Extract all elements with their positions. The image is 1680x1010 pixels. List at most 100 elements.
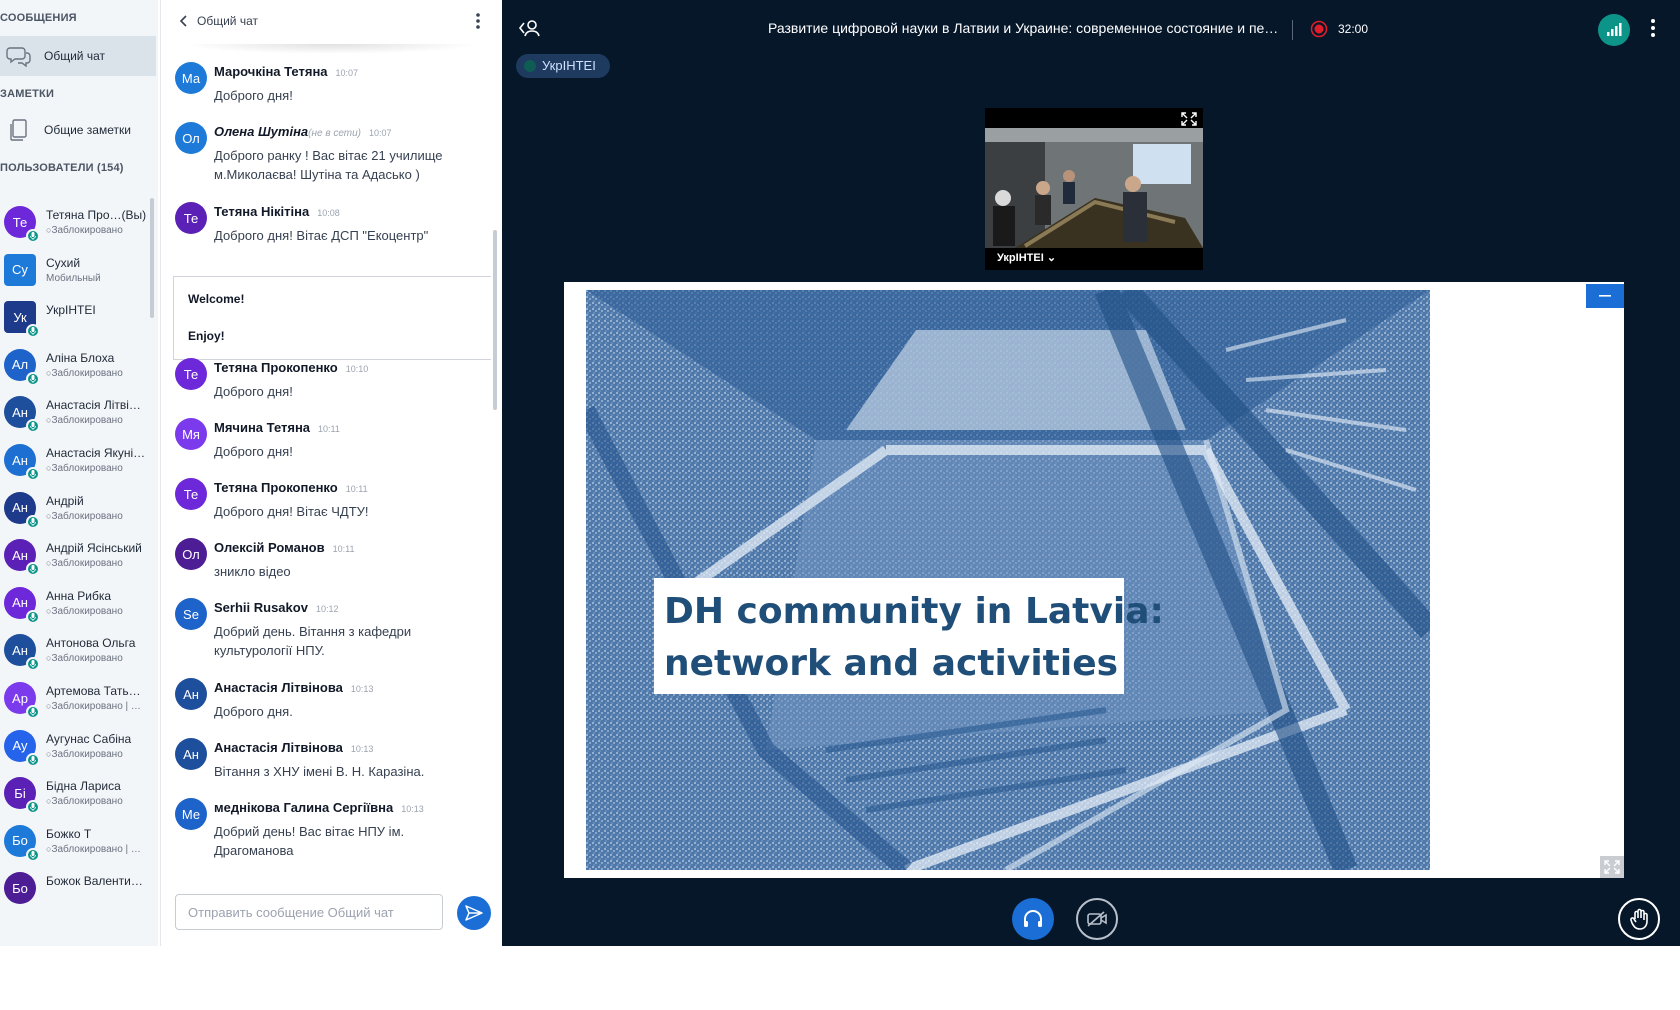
user-list-item[interactable]: Ау Аугунас Сабіна ○Заблокировано <box>0 722 150 773</box>
user-status-text: Заблокировано <box>51 463 123 474</box>
user-status: ○Заблокировано <box>46 463 150 474</box>
share-webcam-button[interactable] <box>1076 898 1118 940</box>
user-status-text: Мобильный <box>46 272 101 284</box>
welcome-line-2: Enjoy! <box>188 329 225 343</box>
minus-icon <box>1599 295 1611 297</box>
send-message-button[interactable] <box>457 896 491 930</box>
user-name: Анастасія Якуні… <box>46 446 146 460</box>
user-list-item[interactable]: Ан Андрій ○Заблокировано <box>0 484 150 535</box>
webcam-user-name[interactable]: УкрІНТЕІ ⌄ <box>997 251 1056 264</box>
user-list-item[interactable]: Ан Андрій Ясінський ○Заблокировано <box>0 531 150 582</box>
user-list-item[interactable]: Бо Божко Т ○Заблокировано | … <box>0 817 150 868</box>
fullscreen-button[interactable] <box>1600 856 1624 878</box>
message-text: Доброго ранку ! Вас вітає 21 училище м.М… <box>214 148 443 182</box>
shared-notes-nav-item[interactable]: Общие заметки <box>0 110 156 150</box>
user-list-item[interactable]: Ан Анастасія Якуні… ○Заблокировано <box>0 436 150 487</box>
webcam-video-tile[interactable]: УкрІНТЕІ ⌄ <box>985 108 1203 270</box>
audio-headphones-button[interactable] <box>1012 898 1054 940</box>
welcome-message: Welcome! Enjoy! <box>173 276 491 360</box>
user-status-text: Заблокировано | … <box>51 701 141 712</box>
camera-off-icon <box>1087 911 1107 927</box>
user-status-text: Заблокировано <box>51 510 123 522</box>
author-name: Мячина Тетяна <box>214 420 311 435</box>
microphone-icon <box>26 514 40 529</box>
message-time: 10:08 <box>317 208 340 218</box>
author-name: Анастасія Літвінова <box>214 740 343 755</box>
user-list-item[interactable]: Бі Бідна Лариса ○Заблокировано <box>0 769 150 820</box>
message-time: 10:07 <box>369 128 392 138</box>
user-status: ○Заблокировано <box>46 558 150 569</box>
user-list-item[interactable]: Ан Анна Рибка ○Заблокировано <box>0 579 150 630</box>
public-chat-panel: Общий чат Welcome! Enjoy! Ма Марочкіна Те… <box>160 0 501 946</box>
user-list-item[interactable]: Ал Аліна Блоха ○Заблокировано <box>0 341 150 392</box>
user-status-text: Заблокировано | … <box>51 843 141 855</box>
options-menu-icon[interactable] <box>1650 18 1656 43</box>
message-text: Добрий день. Вітання з кафедри культурол… <box>214 624 412 658</box>
author-name: Тетяна Прокопенко <box>214 480 338 495</box>
raise-hand-button[interactable] <box>1618 898 1660 940</box>
user-name: Анна Рибка <box>46 588 112 603</box>
message-author: Анастасія Літвінова 10:13 <box>214 680 373 695</box>
message-author: Олексій Романов 10:11 <box>214 540 354 555</box>
presentation-slide: DH community in Latvia: network and acti… <box>586 290 1430 870</box>
toggle-user-list-icon[interactable] <box>518 18 540 43</box>
user-list-item[interactable]: Те Тетяна Про…(Вы) ○Заблокировано <box>0 198 150 249</box>
fullscreen-icon <box>1604 860 1620 874</box>
user-list-item[interactable]: Ан Антонова Ольга ○Заблокировано <box>0 626 150 677</box>
user-list-scrollbar[interactable] <box>150 198 154 318</box>
user-name: Божко Т <box>46 826 92 841</box>
microphone-icon <box>26 847 40 862</box>
user-list-item[interactable]: Ан Анастасія Літві… ○Заблокировано <box>0 388 150 439</box>
microphone-icon <box>26 467 40 481</box>
user-name: Анастасія Літві… <box>46 398 141 413</box>
welcome-line-1: Welcome! <box>188 292 245 306</box>
microphone-icon <box>26 800 40 815</box>
stage-top-bar: Развитие цифровой науки в Латвии и Украи… <box>502 0 1680 58</box>
avatar: Те <box>175 358 207 390</box>
user-status-text: Заблокировано <box>51 748 123 760</box>
send-icon <box>465 905 483 921</box>
message-time: 10:11 <box>318 424 340 434</box>
message-text: Доброго дня! Вітає ДСП "Екоцентр" <box>214 228 429 243</box>
user-name: Бідна Лариса <box>46 779 121 794</box>
presentation-stage: Развитие цифровой науки в Латвии и Украи… <box>502 0 1680 946</box>
microphone-icon <box>26 324 40 339</box>
recording-indicator-icon[interactable] <box>1310 20 1328 43</box>
message-author: Тетяна Прокопенко 10:11 <box>214 480 368 495</box>
user-status: ○Заблокировано <box>46 796 150 807</box>
user-list-item[interactable]: Ар Артемова Тать… ○Заблокировано | … <box>0 674 150 725</box>
avatar: Ол <box>175 122 207 154</box>
message-time: 10:11 <box>332 544 355 554</box>
chat-message-input[interactable] <box>175 894 443 930</box>
connection-status-icon[interactable] <box>1598 14 1630 46</box>
message-text: Доброго дня. <box>214 704 293 719</box>
microphone-icon <box>26 705 40 719</box>
message-text: Доброго дня! <box>214 88 293 103</box>
shared-notes-label: Общие заметки <box>44 123 131 137</box>
chat-title[interactable]: Общий чат <box>197 14 258 28</box>
user-name: Андрій Ясінський <box>46 541 142 556</box>
minimize-presentation-button[interactable] <box>1586 284 1624 308</box>
microphone-icon <box>26 609 40 624</box>
webcam-video-frame <box>985 128 1203 248</box>
expand-video-icon[interactable] <box>1181 112 1197 131</box>
user-status-text: Заблокировано <box>51 558 123 570</box>
avatar: Se <box>175 598 207 630</box>
microphone-icon <box>26 752 40 767</box>
message-author: Тетяна Прокопенко 10:10 <box>214 360 368 375</box>
user-name: УкрІНТЕІ <box>46 303 96 318</box>
kebab-menu-icon[interactable] <box>475 12 481 35</box>
user-name: Аугунас Сабіна <box>46 731 132 746</box>
public-chat-nav-item[interactable]: Общий чат <box>0 36 156 76</box>
user-list-item[interactable]: Ук УкрІНТЕІ <box>0 293 150 344</box>
user-status: ○Заблокировано <box>46 653 150 664</box>
user-list-item[interactable]: Су Сухий Мобильный <box>0 246 150 297</box>
author-name: меднікова Галина Сергіївна <box>214 800 394 815</box>
message-author: Тетяна Нікітіна 10:08 <box>214 204 340 219</box>
chevron-left-icon[interactable] <box>179 14 189 33</box>
chat-bubbles-icon <box>4 41 34 71</box>
user-list-item[interactable]: Бо Божок Валенти… <box>0 864 150 915</box>
chat-scrollbar[interactable] <box>493 230 497 410</box>
avatar: Бо <box>4 872 36 905</box>
user-status-text: Заблокировано <box>51 605 123 617</box>
